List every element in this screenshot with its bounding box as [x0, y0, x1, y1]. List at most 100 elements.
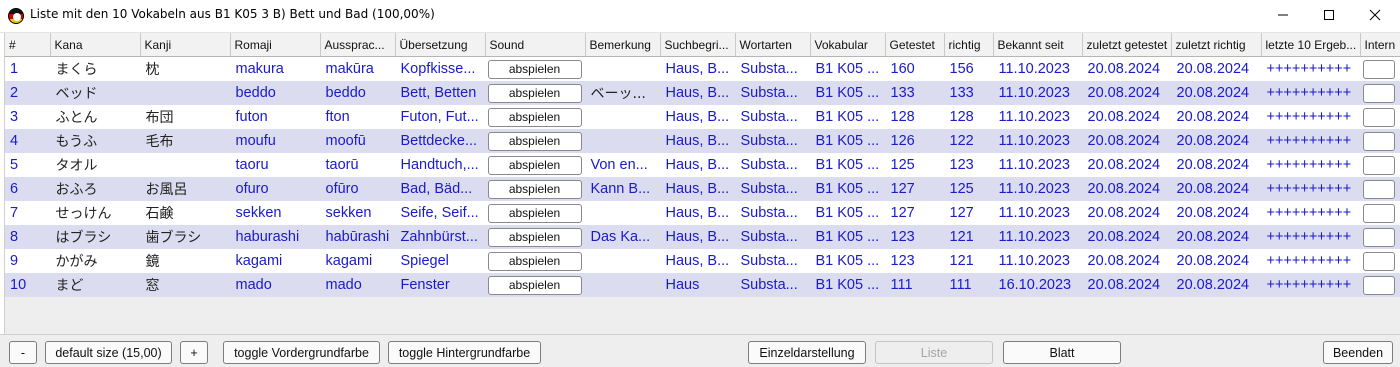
play-sound-button[interactable]: abspielen	[487, 227, 582, 247]
intern-button[interactable]	[1362, 179, 1395, 199]
cell-bemerkung: Von en...	[585, 153, 661, 177]
intern-button[interactable]	[1362, 203, 1395, 223]
cell-vokabular: B1 K05 ...	[810, 129, 886, 153]
cell-aussprache: sekken	[320, 201, 396, 225]
cell-zuletzt-getestet: 20.08.2024	[1082, 201, 1172, 225]
intern-button[interactable]	[1362, 131, 1395, 151]
play-sound-button[interactable]: abspielen	[487, 251, 582, 271]
table-row[interactable]: 2 ベッド beddo beddo Bett, Betten abspielen…	[5, 81, 1400, 105]
column-header-wortarten[interactable]: Wortarten	[735, 33, 811, 57]
column-header-zuletzt-richtig[interactable]: zuletzt richtig	[1171, 33, 1262, 57]
column-header-suchbegriffe[interactable]: Suchbegri...	[660, 33, 736, 57]
table-row[interactable]: 1 まくら 枕 makura makūra Kopfkisse... abspi…	[5, 56, 1400, 81]
cell-number: 3	[5, 105, 51, 129]
cell-getestet: 123	[885, 225, 945, 249]
column-header-bemerkung[interactable]: Bemerkung	[585, 33, 661, 57]
intern-button[interactable]	[1362, 227, 1395, 247]
column-header-zuletzt-getestet[interactable]: zuletzt getestet	[1082, 33, 1172, 57]
cell-suchbegriffe: Haus, B...	[660, 129, 736, 153]
cell-zuletzt-getestet: 20.08.2024	[1082, 105, 1172, 129]
minimize-button[interactable]	[1260, 0, 1306, 32]
cell-zuletzt-richtig: 20.08.2024	[1171, 81, 1262, 105]
play-sound-button[interactable]: abspielen	[487, 179, 582, 199]
cell-aussprache: ofūro	[320, 177, 396, 201]
column-header-aussprache[interactable]: Aussprac...	[320, 33, 396, 57]
table-row[interactable]: 10 まど 窓 mado mado Fenster abspielen Haus…	[5, 273, 1400, 297]
table-row[interactable]: 3 ふとん 布団 futon fton Futon, Fut... abspie…	[5, 105, 1400, 129]
cell-romaji: beddo	[230, 81, 321, 105]
cell-letzte-10: ++++++++++	[1261, 249, 1361, 273]
column-header-sound[interactable]: Sound	[485, 33, 586, 57]
table-row[interactable]: 6 おふろ お風呂 ofuro ofūro Bad, Bäd... abspie…	[5, 177, 1400, 201]
column-header-kana[interactable]: Kana	[50, 33, 141, 57]
cell-number: 2	[5, 81, 51, 105]
play-sound-button[interactable]: abspielen	[487, 107, 582, 127]
cell-bemerkung	[585, 105, 661, 129]
single-view-button[interactable]: Einzeldarstellung	[748, 341, 866, 364]
intern-button[interactable]	[1362, 275, 1395, 295]
column-header-number[interactable]: #	[5, 33, 51, 57]
cell-kana: はブラシ	[50, 225, 141, 249]
column-header-uebersetzung[interactable]: Übersetzung	[395, 33, 486, 57]
toggle-foreground-color-button[interactable]: toggle Vordergrundfarbe	[223, 341, 380, 364]
cell-vokabular: B1 K05 ...	[810, 273, 886, 297]
cell-letzte-10: ++++++++++	[1261, 177, 1361, 201]
play-sound-button[interactable]: abspielen	[487, 275, 582, 295]
cell-sound: abspielen	[485, 56, 586, 81]
cell-intern	[1360, 249, 1400, 273]
column-header-vokabular[interactable]: Vokabular	[810, 33, 886, 57]
sheet-view-button[interactable]: Blatt	[1003, 341, 1121, 364]
cell-zuletzt-getestet: 20.08.2024	[1082, 129, 1172, 153]
cell-zuletzt-richtig: 20.08.2024	[1171, 153, 1262, 177]
table-row[interactable]: 5 タオル taoru taorū Handtuch,... abspielen…	[5, 153, 1400, 177]
play-sound-button[interactable]: abspielen	[487, 59, 582, 79]
cell-kanji: 鏡	[140, 249, 231, 273]
table-row[interactable]: 9 かがみ 鏡 kagami kagami Spiegel abspielen …	[5, 249, 1400, 273]
column-header-bekannt-seit[interactable]: Bekannt seit	[993, 33, 1083, 57]
cell-aussprache: moofū	[320, 129, 396, 153]
cell-uebersetzung: Fenster	[395, 273, 486, 297]
cell-aussprache: fton	[320, 105, 396, 129]
column-header-intern[interactable]: Intern	[1360, 33, 1400, 57]
cell-wortarten: Substa...	[735, 249, 811, 273]
intern-button[interactable]	[1362, 251, 1395, 271]
increase-size-button[interactable]: +	[180, 341, 208, 364]
column-header-getestet[interactable]: Getestet	[885, 33, 945, 57]
intern-button[interactable]	[1362, 107, 1395, 127]
toggle-background-color-button[interactable]: toggle Hintergrundfarbe	[388, 341, 541, 364]
play-sound-button[interactable]: abspielen	[487, 155, 582, 175]
column-header-romaji[interactable]: Romaji	[230, 33, 321, 57]
cell-bekannt-seit: 11.10.2023	[993, 153, 1083, 177]
table-row[interactable]: 4 もうふ 毛布 moufu moofū Bettdecke... abspie…	[5, 129, 1400, 153]
quit-button[interactable]: Beenden	[1323, 341, 1393, 364]
cell-sound: abspielen	[485, 201, 586, 225]
column-header-richtig[interactable]: richtig	[944, 33, 994, 57]
cell-kanji: 毛布	[140, 129, 231, 153]
cell-intern	[1360, 56, 1400, 81]
play-sound-button[interactable]: abspielen	[487, 131, 582, 151]
cell-intern	[1360, 105, 1400, 129]
cell-getestet: 127	[885, 201, 945, 225]
intern-button[interactable]	[1362, 83, 1395, 103]
close-button[interactable]	[1352, 0, 1398, 32]
cell-number: 4	[5, 129, 51, 153]
cell-suchbegriffe: Haus, B...	[660, 177, 736, 201]
column-header-kanji[interactable]: Kanji	[140, 33, 231, 57]
intern-button[interactable]	[1362, 59, 1395, 79]
cell-number: 9	[5, 249, 51, 273]
column-header-letzte-10-ergebnisse[interactable]: letzte 10 Ergeb...	[1261, 33, 1361, 57]
cell-kana: せっけん	[50, 201, 141, 225]
cell-suchbegriffe: Haus, B...	[660, 201, 736, 225]
maximize-button[interactable]	[1306, 0, 1352, 32]
cell-number: 7	[5, 201, 51, 225]
cell-kanji: 布団	[140, 105, 231, 129]
decrease-size-button[interactable]: -	[9, 341, 37, 364]
table-row[interactable]: 8 はブラシ 歯ブラシ haburashi habūrashi Zahnbürs…	[5, 225, 1400, 249]
play-sound-button[interactable]: abspielen	[487, 83, 582, 103]
default-size-button[interactable]: default size (15,00)	[45, 341, 172, 364]
cell-bekannt-seit: 16.10.2023	[993, 273, 1083, 297]
table-row[interactable]: 7 せっけん 石鹸 sekken sekken Seife, Seif... a…	[5, 201, 1400, 225]
intern-button[interactable]	[1362, 155, 1395, 175]
play-sound-button[interactable]: abspielen	[487, 203, 582, 223]
cell-wortarten: Substa...	[735, 273, 811, 297]
